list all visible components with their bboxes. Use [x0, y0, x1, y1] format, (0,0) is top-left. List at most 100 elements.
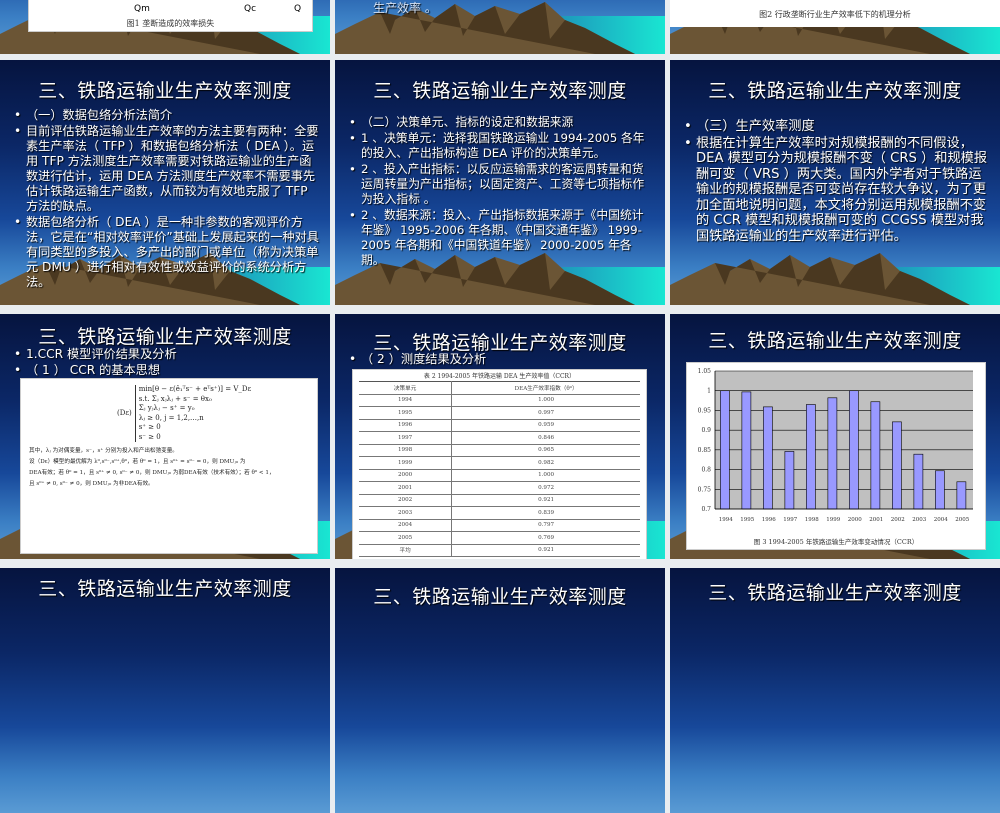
- year-cell: 2001: [359, 481, 453, 495]
- slide-title: 三、铁路运输业生产效率测度: [38, 80, 292, 102]
- year-cell: 1997: [359, 431, 453, 445]
- slide-thumbnail-3[interactable]: 图2 行政垄断行业生产效率低下的机理分析: [670, 0, 1000, 54]
- bullet: （二）决策单元、指标的设定和数据来源: [349, 115, 655, 130]
- table-caption: 表 2 1994-2005 年铁路运输 DEA 生产效率值（CCR）: [423, 373, 576, 380]
- mountain-decoration: [670, 245, 1000, 305]
- efficiency-table: 表 2 1994-2005 年铁路运输 DEA 生产效率值（CCR） 决策单元 D…: [352, 369, 647, 559]
- chart-caption: 图 3 1994-2005 年铁路运输生产效率变动情况（CCR）: [753, 538, 919, 546]
- year-cell: 1995: [359, 406, 453, 420]
- bar: [720, 390, 730, 510]
- x-tick-label: 2004: [934, 517, 948, 523]
- axis-label-qm: Qm: [134, 4, 150, 14]
- table-row: 2001 0.972: [359, 481, 640, 495]
- year-cell: 2004: [359, 519, 453, 532]
- year-cell: 1996: [359, 419, 453, 432]
- formula-line: Σⱼ yⱼλⱼ − s⁺ = y₀: [138, 404, 195, 412]
- formula-box: (Dε) min[θ − ε(ê₁ᵀs⁻ + eᵀs⁺)] = V_Dε s.t…: [20, 378, 318, 554]
- formula-label: (Dε): [117, 408, 132, 417]
- year-cell: 1998: [359, 444, 453, 457]
- bar: [806, 404, 816, 510]
- slide-thumbnail-12[interactable]: 三、铁路运输业生产效率测度: [670, 568, 1000, 813]
- y-tick-label: 0.75: [698, 486, 712, 493]
- formula-note: 其中，λⱼ 为对偶变量，s⁻，s⁺ 分别为投入和产出松弛变量。: [29, 448, 178, 454]
- figure-2: 图2 行政垄断行业生产效率低下的机理分析: [670, 0, 1000, 27]
- bar: [827, 397, 838, 510]
- slide-thumbnail-4[interactable]: 三、铁路运输业生产效率测度 （一）数据包络分析法简介 目前评估铁路运输业生产效率…: [0, 60, 330, 305]
- year-cell: 2005: [359, 531, 453, 545]
- figure-caption: 图1 垄断造成的效率损失: [126, 19, 215, 28]
- slide-title: 三、铁路运输业生产效率测度: [38, 326, 292, 348]
- efficiency-cell: 0.997: [451, 406, 640, 420]
- formula-note: 且 s⁰⁺ ≠ 0, s⁰⁻ ≠ 0，则 DMUⱼ₀ 为非DEA有效。: [29, 481, 154, 487]
- x-tick-label: 1998: [805, 517, 819, 523]
- year-cell: 2003: [359, 506, 453, 520]
- x-tick-label: 1999: [826, 517, 840, 523]
- bar: [763, 406, 773, 510]
- table-row: 1999 0.982: [359, 456, 640, 470]
- year-cell: 2000: [359, 469, 453, 482]
- formula-note: DEA有效；若 θ⁰ = 1，且 s⁰⁺ ≠ 0, s⁰⁻ ≠ 0，则 DMUⱼ…: [29, 470, 275, 476]
- slide-title: 三、铁路运输业生产效率测度: [708, 80, 962, 102]
- table-row: 1996 0.959: [359, 419, 640, 432]
- efficiency-cell: 0.982: [451, 456, 640, 470]
- x-tick-label: 2003: [912, 517, 926, 523]
- bullet: 2 、投入产出指标：以反应运输需求的客运周转量和货运周转量为产出指标；以固定资产…: [349, 162, 655, 207]
- year-cell: 2002: [359, 494, 453, 507]
- figure-caption: 图2 行政垄断行业生产效率低下的机理分析: [759, 10, 911, 19]
- slide-title: 三、铁路运输业生产效率测度: [708, 582, 962, 604]
- bar: [956, 481, 967, 510]
- y-tick-label: 0.95: [698, 407, 712, 414]
- efficiency-cell: 0.921: [451, 494, 640, 507]
- formula-line: λⱼ ≥ 0, j = 1,2,…,n: [138, 413, 204, 422]
- formula-line: min[θ − ε(ê₁ᵀs⁻ + eᵀs⁺)] = V_Dε: [138, 385, 252, 393]
- slide-text: 生产效率 。: [373, 1, 437, 15]
- x-tick-label: 2005: [955, 517, 969, 523]
- axis-label-qc: Qc: [244, 4, 257, 14]
- formula-note: 设（Dε）模型的最优解为 λ⁰,s⁰⁻,s⁰⁺,θ⁰，若 θ⁰ = 1，且 s⁰…: [29, 459, 246, 465]
- x-tick-label: 2002: [891, 517, 905, 523]
- year-cell: 1994: [359, 394, 453, 407]
- x-tick-label: 2001: [869, 517, 883, 523]
- y-tick-label: 0.9: [701, 427, 711, 434]
- slide-title: 三、铁路运输业生产效率测度: [373, 586, 627, 608]
- axis-label-q: Q: [294, 4, 302, 14]
- slide-thumbnail-7[interactable]: 三、铁路运输业生产效率测度 1.CCR 模型评价结果及分析 （ 1 ） CCR …: [0, 314, 330, 559]
- slide-title: 三、铁路运输业生产效率测度: [38, 578, 292, 600]
- table-row: 2003 0.839: [359, 506, 640, 520]
- slide-thumbnail-9[interactable]: 三、铁路运输业生产效率测度 0.7 0.75 0.8 0.85 0.9 0.95 1 1.05…: [670, 314, 1000, 559]
- bar: [849, 390, 859, 510]
- bar: [935, 470, 945, 510]
- slide-thumbnail-8[interactable]: 三、铁路运输业生产效率测度 （ 2 ）测度结果及分析 表 2 1994-2005…: [335, 314, 665, 559]
- slide-thumbnail-6[interactable]: 三、铁路运输业生产效率测度 （三）生产效率测度 根据在计算生产效率时对规模报酬的…: [670, 60, 1000, 305]
- efficiency-cell: 0.959: [451, 419, 640, 432]
- table-row: 1998 0.965: [359, 444, 640, 457]
- table-header: 决策单元: [359, 381, 453, 395]
- efficiency-cell: 0.797: [451, 519, 640, 532]
- bullet: （三）生产效率测度: [684, 119, 990, 135]
- bar: [784, 451, 795, 510]
- table-row: 2004 0.797: [359, 519, 640, 532]
- bullet: （ 1 ） CCR 的基本思想: [14, 363, 320, 378]
- year-cell: 1999: [359, 456, 453, 470]
- slide-thumbnail-5[interactable]: 三、铁路运输业生产效率测度 （二）决策单元、指标的设定和数据来源 1 、决策单元…: [335, 60, 665, 305]
- table-row: 1997 0.846: [359, 431, 640, 445]
- y-tick-label: 0.7: [701, 506, 711, 513]
- efficiency-cell: 1.000: [451, 469, 640, 482]
- efficiency-cell: 1.000: [451, 394, 640, 407]
- x-tick-label: 1997: [783, 517, 797, 523]
- bullet: 目前评估铁路运输业生产效率的方法主要有两种：全要素生产率法（ TFP ）和数据包…: [14, 124, 320, 214]
- y-tick-label: 1.05: [698, 368, 712, 375]
- bar: [892, 421, 902, 510]
- slide-thumbnail-1[interactable]: Qm Qc Q 图1 垄断造成的效率损失: [0, 0, 330, 54]
- slide-thumbnail-2[interactable]: 生产效率 。: [335, 0, 665, 54]
- bullet: （一）数据包络分析法简介: [14, 108, 320, 123]
- year-cell: 平均: [359, 544, 453, 557]
- y-tick-label: 0.8: [701, 467, 711, 474]
- slide-thumbnail-10[interactable]: 三、铁路运输业生产效率测度: [0, 568, 330, 813]
- slide-thumbnail-11[interactable]: 三、铁路运输业生产效率测度: [335, 568, 665, 813]
- efficiency-cell: 0.921: [451, 544, 640, 557]
- bar: [913, 453, 924, 510]
- bullet: 根据在计算生产效率时对规模报酬的不同假设， DEA 模型可分为规模报酬不变（ C…: [684, 136, 990, 245]
- bar-chart: 0.7 0.75 0.8 0.85 0.9 0.95 1 1.05 1994 1995 1996 19…: [698, 368, 973, 523]
- table-row: 2002 0.921: [359, 494, 640, 507]
